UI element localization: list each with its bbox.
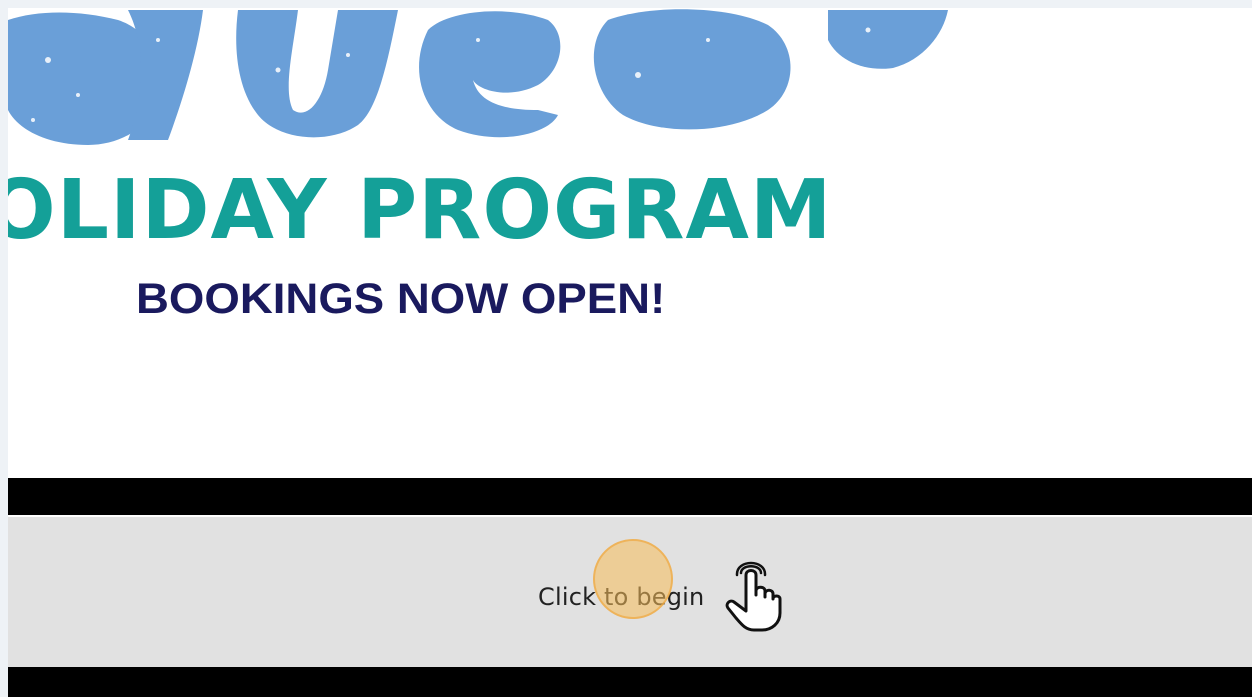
holiday-program-banner: OLIDAY PROGRAM BOOKINGS NOW OPEN! xyxy=(8,8,1252,478)
video-letterbox-top xyxy=(8,478,1252,515)
click-to-begin-button[interactable]: Click to begin xyxy=(538,557,784,637)
start-panel[interactable]: Click to begin xyxy=(8,517,1252,667)
program-title: OLIDAY PROGRAM xyxy=(8,163,833,258)
click-to-begin-label: Click to begin xyxy=(538,583,705,611)
video-letterbox-bottom xyxy=(8,667,1252,697)
script-lettering-graphic xyxy=(8,9,948,145)
bookings-open-subtitle: BOOKINGS NOW OPEN! xyxy=(136,275,666,323)
pointing-hand-icon xyxy=(726,561,782,632)
content-frame: OLIDAY PROGRAM BOOKINGS NOW OPEN! Click … xyxy=(8,8,1252,697)
